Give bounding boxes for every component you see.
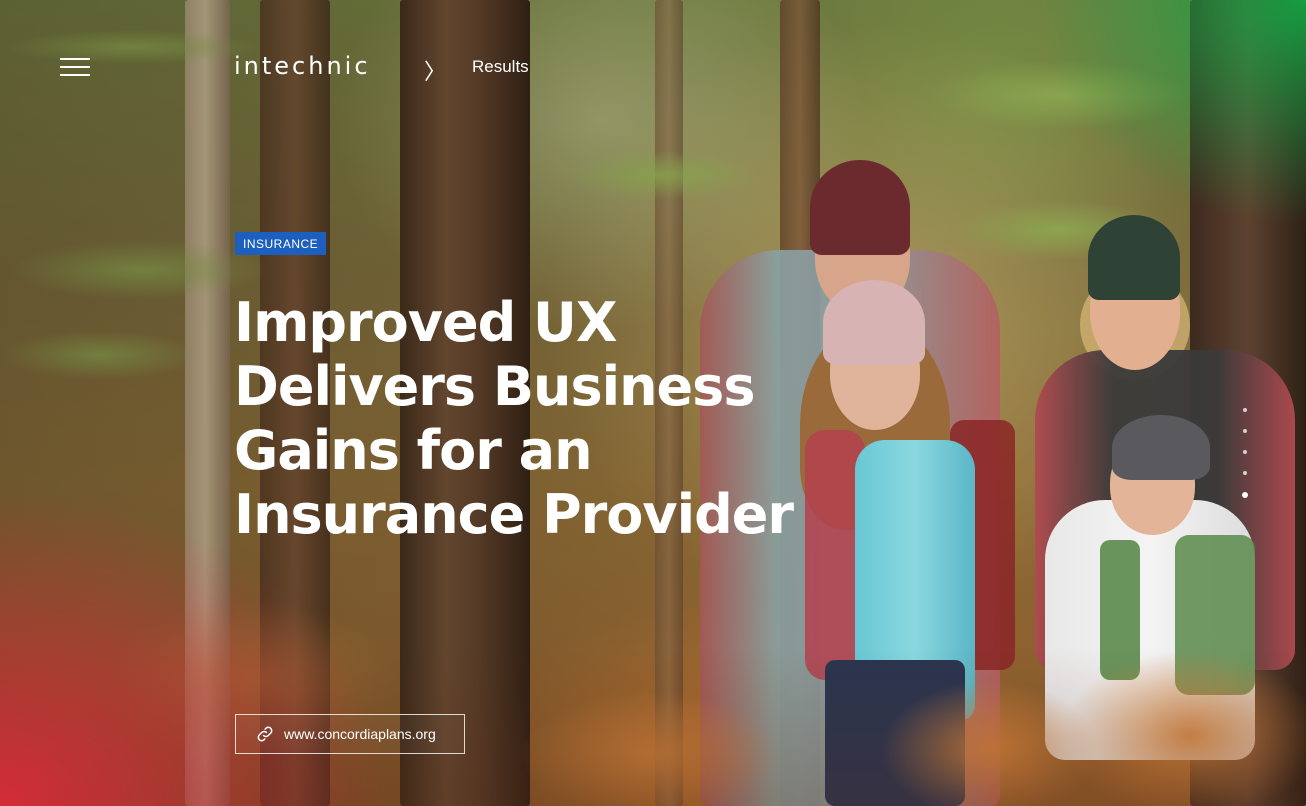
logo[interactable]: intechnic bbox=[234, 52, 371, 80]
slide-dot[interactable] bbox=[1243, 450, 1247, 454]
slide-dot[interactable] bbox=[1243, 429, 1247, 433]
slide-dot-active[interactable] bbox=[1242, 492, 1248, 498]
breadcrumb-results-link[interactable]: Results bbox=[472, 57, 529, 77]
hero-section: intechnic 〉 Results INSURANCE Improved U… bbox=[0, 0, 1306, 806]
hamburger-menu-icon bbox=[60, 58, 90, 60]
chevron-right-icon: 〉 bbox=[424, 60, 447, 85]
page-title: Improved UX Delivers Business Gains for … bbox=[234, 291, 794, 546]
hamburger-menu-button[interactable] bbox=[60, 58, 90, 76]
link-icon bbox=[256, 725, 274, 743]
category-badge[interactable]: INSURANCE bbox=[235, 232, 327, 255]
website-link-button[interactable]: www.concordiaplans.org bbox=[235, 714, 465, 754]
slide-dot[interactable] bbox=[1243, 471, 1247, 475]
slide-dot[interactable] bbox=[1243, 408, 1247, 412]
website-link-label: www.concordiaplans.org bbox=[284, 726, 436, 742]
slide-dots-nav bbox=[1242, 408, 1250, 515]
